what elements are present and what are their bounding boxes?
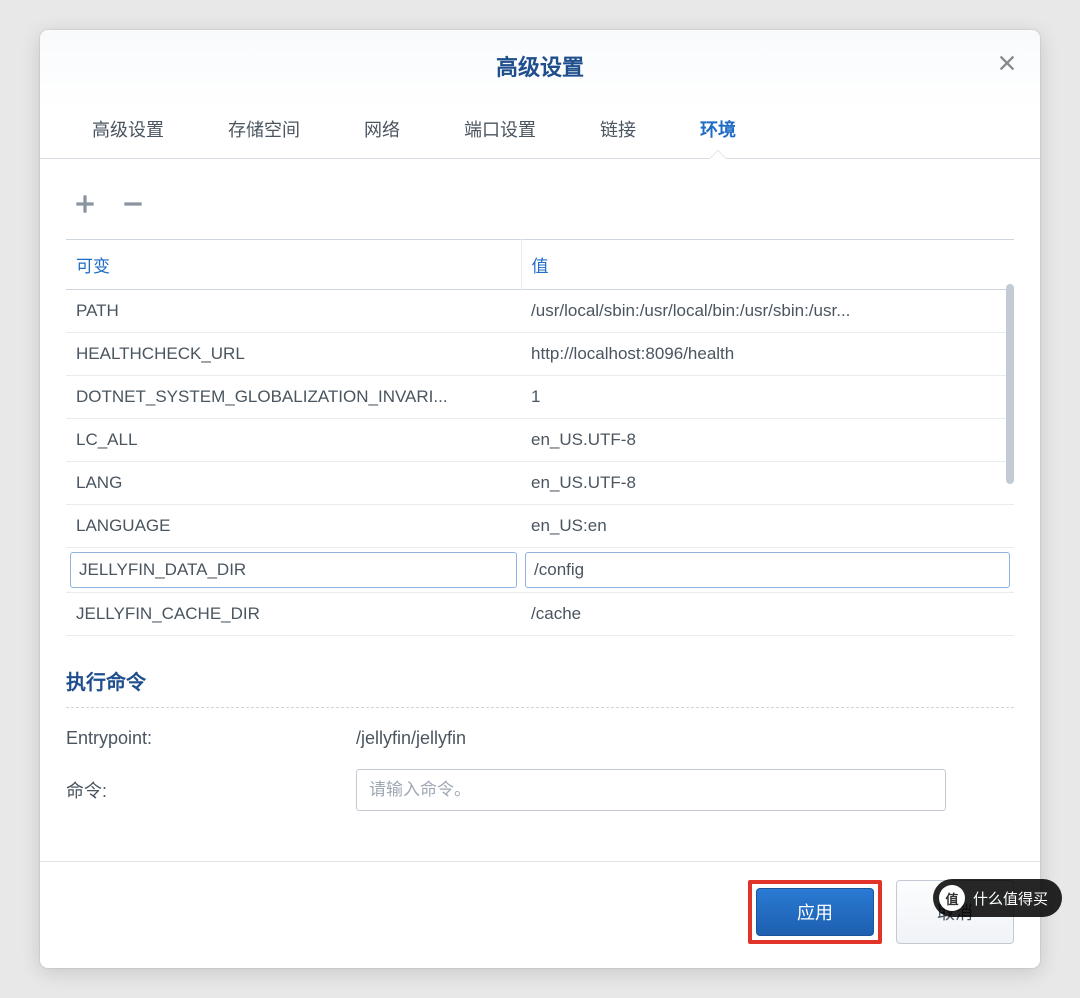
env-key-cell[interactable]: JELLYFIN_CACHE_DIR (66, 593, 521, 636)
col-key-header[interactable]: 可变 (66, 240, 521, 290)
watermark-badge: 值 什么值得买 (933, 879, 1062, 917)
table-row[interactable]: HEALTHCHECK_URLhttp://localhost:8096/hea… (66, 333, 1014, 376)
table-row[interactable]: LANGUAGEen_US:en (66, 505, 1014, 548)
command-label: 命令: (66, 777, 356, 803)
env-value-cell[interactable]: /usr/local/sbin:/usr/local/bin:/usr/sbin… (521, 290, 1014, 333)
dialog-footer: 应用 取消 (40, 861, 1040, 968)
tab-content: 可变 值 PATH/usr/local/sbin:/usr/local/bin:… (40, 159, 1040, 811)
apply-button[interactable]: 应用 (756, 888, 874, 936)
watermark-text: 什么值得买 (973, 888, 1048, 909)
exec-section-title: 执行命令 (66, 666, 1014, 695)
table-row[interactable]: JELLYFIN_CACHE_DIR/cache (66, 593, 1014, 636)
env-table: 可变 值 PATH/usr/local/sbin:/usr/local/bin:… (66, 239, 1014, 636)
table-header-row: 可变 值 (66, 240, 1014, 290)
entrypoint-label: Entrypoint: (66, 728, 356, 749)
tab-links[interactable]: 链接 (568, 100, 668, 158)
apply-highlight: 应用 (748, 880, 882, 944)
add-icon[interactable] (70, 189, 100, 219)
tab-network[interactable]: 网络 (332, 100, 432, 158)
toolbar (66, 179, 1014, 239)
env-key-cell[interactable]: PATH (66, 290, 521, 333)
tab-advanced[interactable]: 高级设置 (60, 100, 196, 158)
close-icon[interactable] (996, 52, 1018, 74)
scrollbar-track (1006, 284, 1014, 636)
command-row: 命令: (66, 769, 1014, 811)
env-value-input[interactable] (525, 552, 1010, 588)
env-value-cell[interactable]: en_US.UTF-8 (521, 462, 1014, 505)
env-table-wrapper: 可变 值 PATH/usr/local/sbin:/usr/local/bin:… (66, 239, 1014, 636)
entrypoint-value: /jellyfin/jellyfin (356, 728, 466, 749)
env-key-cell[interactable]: DOTNET_SYSTEM_GLOBALIZATION_INVARI... (66, 376, 521, 419)
env-key-cell[interactable] (66, 548, 521, 593)
tab-environment[interactable]: 环境 (668, 100, 768, 158)
env-value-cell[interactable]: /cache (521, 593, 1014, 636)
env-key-cell[interactable]: HEALTHCHECK_URL (66, 333, 521, 376)
remove-icon[interactable] (118, 189, 148, 219)
table-row[interactable]: LC_ALLen_US.UTF-8 (66, 419, 1014, 462)
scrollbar-thumb[interactable] (1006, 284, 1014, 484)
command-input[interactable] (356, 769, 946, 811)
settings-dialog: 高级设置 高级设置 存储空间 网络 端口设置 链接 环境 (40, 30, 1040, 968)
tab-storage[interactable]: 存储空间 (196, 100, 332, 158)
env-value-cell[interactable]: en_US.UTF-8 (521, 419, 1014, 462)
tab-bar: 高级设置 存储空间 网络 端口设置 链接 环境 (40, 100, 1040, 159)
table-row[interactable]: PATH/usr/local/sbin:/usr/local/bin:/usr/… (66, 290, 1014, 333)
env-key-cell[interactable]: LC_ALL (66, 419, 521, 462)
env-value-cell[interactable]: http://localhost:8096/health (521, 333, 1014, 376)
exec-section-header: 执行命令 (66, 666, 1014, 708)
env-key-input[interactable] (70, 552, 517, 588)
watermark-icon: 值 (939, 885, 965, 911)
table-row[interactable]: LANGen_US.UTF-8 (66, 462, 1014, 505)
table-row[interactable] (66, 548, 1014, 593)
table-row[interactable]: DOTNET_SYSTEM_GLOBALIZATION_INVARI...1 (66, 376, 1014, 419)
dialog-title: 高级设置 (40, 50, 1040, 82)
env-key-cell[interactable]: LANG (66, 462, 521, 505)
env-value-cell[interactable]: 1 (521, 376, 1014, 419)
env-value-cell[interactable]: en_US:en (521, 505, 1014, 548)
tab-ports[interactable]: 端口设置 (432, 100, 568, 158)
entrypoint-row: Entrypoint: /jellyfin/jellyfin (66, 728, 1014, 749)
env-value-cell[interactable] (521, 548, 1014, 593)
col-value-header[interactable]: 值 (521, 240, 1014, 290)
env-key-cell[interactable]: LANGUAGE (66, 505, 521, 548)
dialog-header: 高级设置 (40, 30, 1040, 100)
